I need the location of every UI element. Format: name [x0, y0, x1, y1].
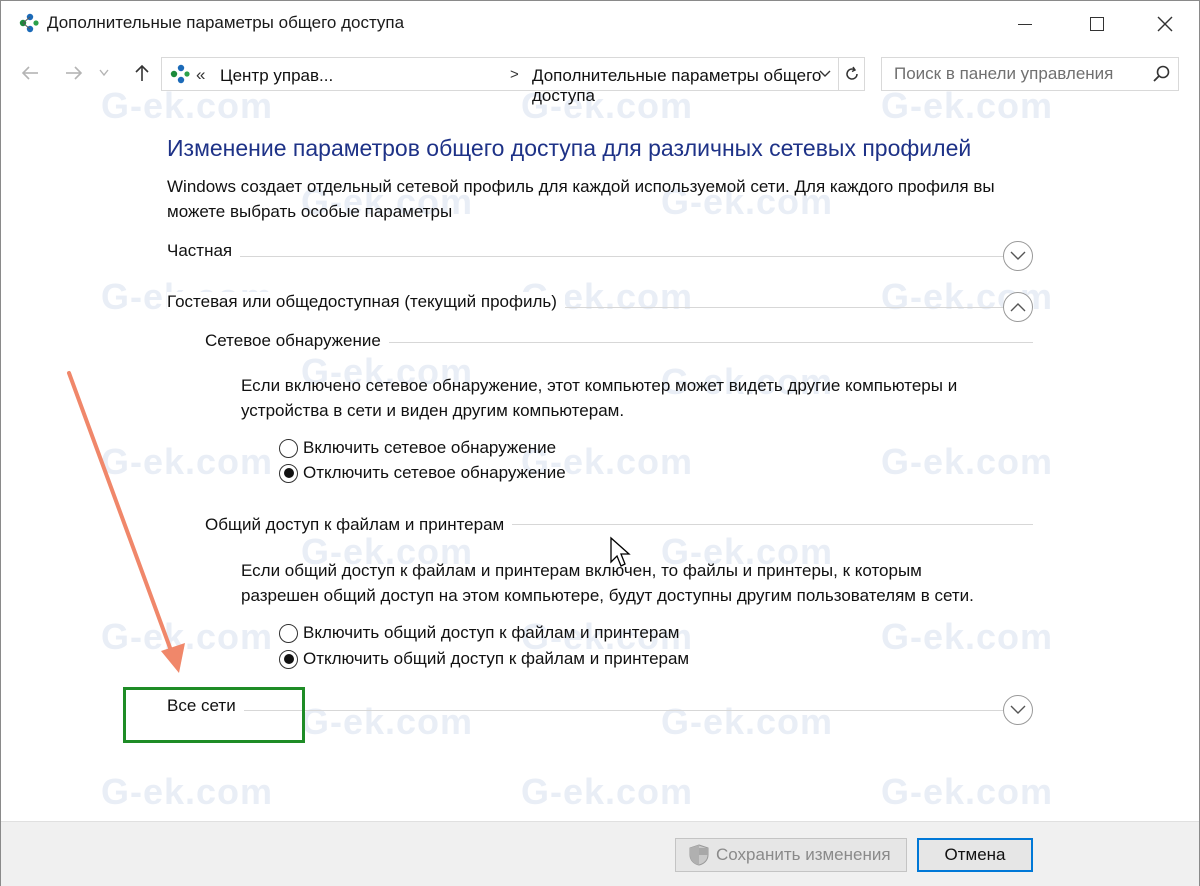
arrow-right-icon [66, 66, 83, 80]
watermark: G-ek.com [881, 616, 1054, 657]
watermark: G-ek.com [521, 771, 694, 812]
profile-private-header[interactable]: Частная [167, 241, 241, 261]
window: G-ek.com G-ek.com G-ek.com G-ek.com G-ek… [0, 0, 1200, 886]
refresh-button[interactable] [838, 58, 864, 90]
file-sharing-text: Если общий доступ к файлам и принтерам в… [241, 558, 1041, 608]
radio-button-selected[interactable] [279, 463, 298, 483]
expand-all-networks-button[interactable] [1003, 695, 1033, 725]
back-button[interactable] [15, 59, 45, 87]
radio-label[interactable]: Отключить общий доступ к файлам и принте… [303, 649, 689, 669]
breadcrumb-separator[interactable]: > [510, 66, 519, 83]
text-line: разрешен общий доступ на этом компьютере… [241, 586, 974, 605]
cancel-button[interactable]: Отмена [917, 838, 1033, 872]
mouse-cursor-icon [610, 536, 631, 567]
description-line: можете выбрать особые параметры [167, 202, 453, 221]
network-center-icon [19, 13, 39, 33]
watermark: G-ek.com [661, 701, 834, 742]
radio-button[interactable] [279, 623, 298, 643]
chevron-down-icon [1010, 251, 1026, 260]
up-button[interactable] [127, 59, 157, 87]
network-discovery-text: Если включено сетевое обнаружение, этот … [241, 373, 1041, 423]
close-button[interactable] [1129, 1, 1200, 47]
highlight-box [123, 687, 305, 743]
minimize-button[interactable] [989, 1, 1061, 47]
navigation-bar: « Центр управ... > Дополнительные параме… [1, 53, 1199, 105]
save-changes-label: Сохранить изменения [716, 845, 891, 864]
watermark: G-ek.com [881, 771, 1054, 812]
chevron-down-icon [1010, 705, 1026, 714]
window-title: Дополнительные параметры общего доступа [47, 13, 405, 32]
search-input[interactable] [882, 58, 1142, 90]
maximize-icon [1090, 17, 1104, 31]
radio-button[interactable] [279, 438, 298, 458]
radio-label[interactable]: Включить сетевое обнаружение [303, 438, 556, 458]
search-icon[interactable] [1152, 64, 1172, 84]
enable-discovery-option[interactable]: Включить сетевое обнаружение [279, 436, 556, 460]
watermark: G-ek.com [101, 771, 274, 812]
disable-discovery-option[interactable]: Отключить сетевое обнаружение [279, 461, 566, 485]
breadcrumb-overflow[interactable]: « [196, 65, 205, 85]
footer-bar: Сохранить изменения Отмена [1, 821, 1199, 886]
page-title: Изменение параметров общего доступа для … [167, 135, 972, 161]
arrow-left-icon [21, 66, 38, 80]
enable-file-sharing-option[interactable]: Включить общий доступ к файлам и принтер… [279, 621, 679, 645]
text-line: Если общий доступ к файлам и принтерам в… [241, 561, 922, 580]
radio-label[interactable]: Включить общий доступ к файлам и принтер… [303, 623, 679, 643]
search-box[interactable] [881, 57, 1179, 91]
refresh-icon [845, 66, 858, 80]
disable-file-sharing-option[interactable]: Отключить общий доступ к файлам и принте… [279, 647, 689, 671]
breadcrumb-control-center[interactable]: Центр управ... [220, 66, 333, 86]
network-discovery-heading: Сетевое обнаружение [205, 331, 389, 351]
collapse-public-button[interactable] [1003, 292, 1033, 322]
uac-shield-icon [689, 844, 709, 866]
radio-label[interactable]: Отключить сетевое обнаружение [303, 463, 566, 483]
expand-private-button[interactable] [1003, 241, 1033, 271]
minimize-icon [1018, 23, 1032, 25]
divider [167, 256, 1003, 257]
address-dropdown-button[interactable] [814, 63, 836, 85]
watermark: G-ek.com [881, 441, 1054, 482]
radio-button-selected[interactable] [279, 649, 298, 669]
description-line: Windows создает отдельный сетевой профил… [167, 177, 995, 196]
chevron-up-icon [1010, 303, 1026, 312]
chevron-down-icon [819, 70, 831, 77]
forward-button[interactable] [59, 59, 89, 87]
file-sharing-heading: Общий доступ к файлам и принтерам [205, 515, 513, 535]
watermark: G-ek.com [101, 616, 274, 657]
maximize-button[interactable] [1061, 1, 1133, 47]
title-bar[interactable]: Дополнительные параметры общего доступа [1, 1, 1199, 47]
close-icon [1157, 16, 1173, 32]
page-description: Windows создает отдельный сетевой профил… [167, 174, 1067, 224]
annotation-arrow-icon [67, 371, 185, 673]
arrow-up-icon [135, 64, 149, 81]
text-line: Если включено сетевое обнаружение, этот … [241, 376, 958, 395]
save-changes-button[interactable]: Сохранить изменения [675, 838, 907, 872]
address-bar[interactable]: « Центр управ... > Дополнительные параме… [161, 57, 865, 105]
watermark: G-ek.com [301, 701, 474, 742]
profile-public-header[interactable]: Гостевая или общедоступная (текущий проф… [167, 292, 565, 312]
network-center-icon [170, 64, 190, 84]
text-line: устройства в сети и виден другим компьют… [241, 401, 625, 420]
watermark: G-ek.com [101, 441, 274, 482]
recent-pages-chevron-icon[interactable] [99, 69, 109, 77]
